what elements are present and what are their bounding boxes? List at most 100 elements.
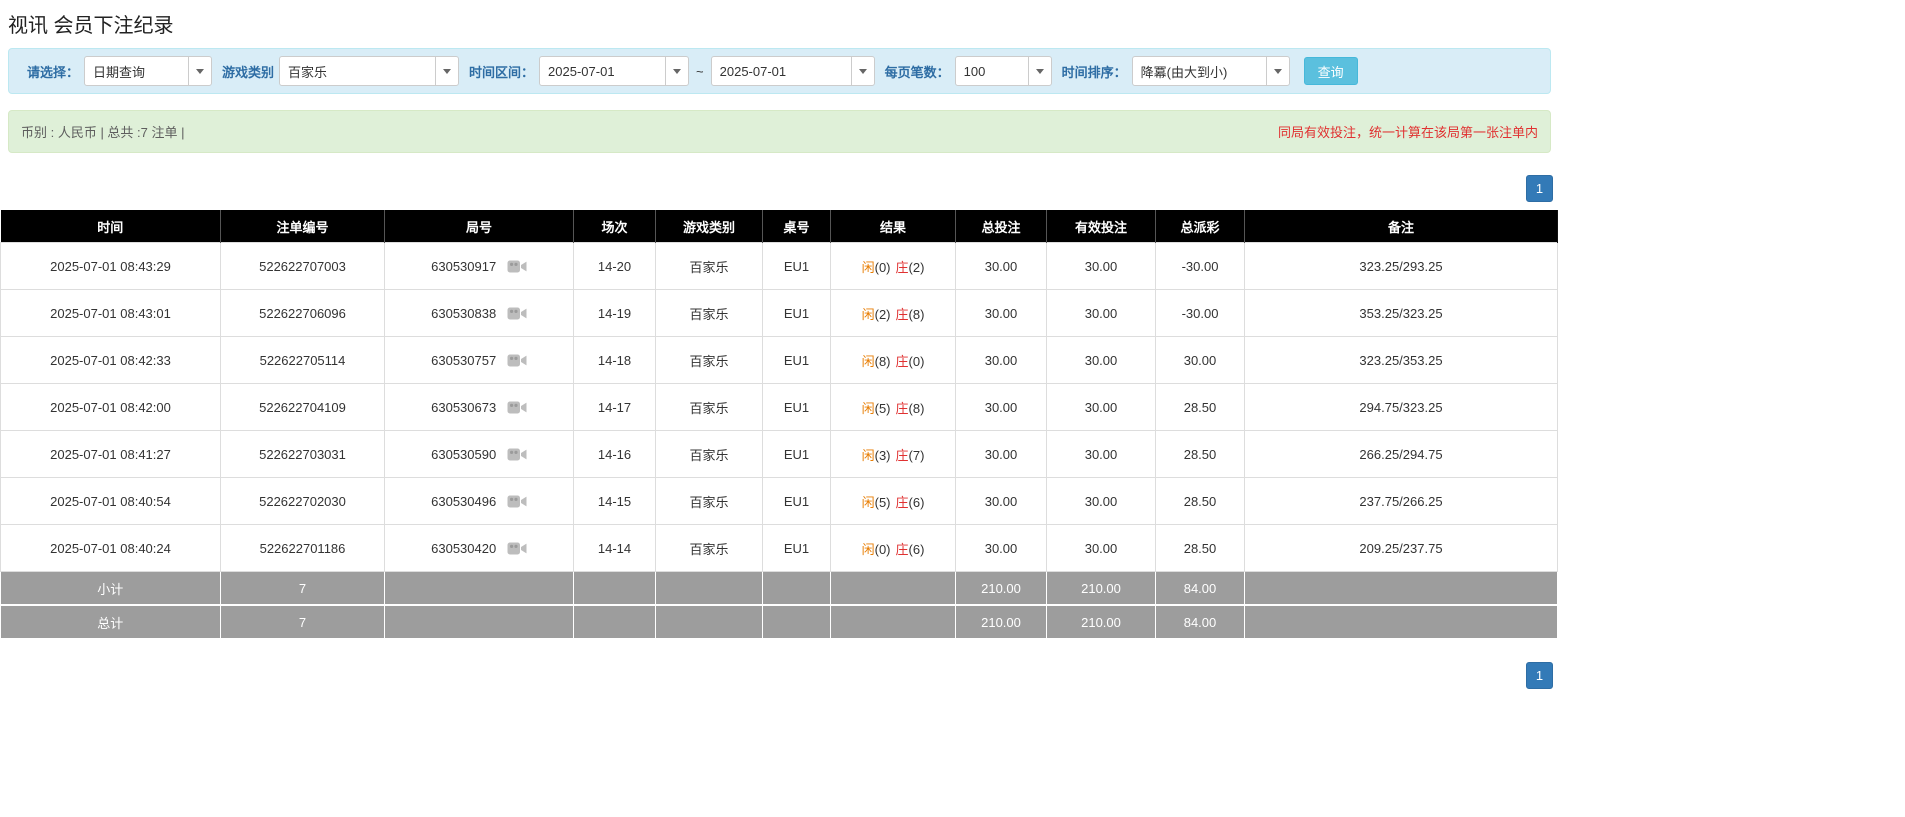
cell-valid-bet: 30.00 — [1047, 431, 1156, 478]
result-banker-score: (6) — [909, 495, 925, 510]
cell-payout: 30.00 — [1156, 337, 1245, 384]
subtotal-label: 小计 — [1, 572, 221, 606]
date-from-value: 2025-07-01 — [540, 64, 665, 79]
chevron-down-icon — [1266, 57, 1289, 85]
date-from-select[interactable]: 2025-07-01 — [539, 56, 689, 86]
result-player-label: 闲 — [862, 495, 875, 510]
page-title: 视讯 会员下注纪录 — [0, 0, 1905, 48]
cell-session: 14-20 — [574, 243, 656, 290]
search-button[interactable]: 查询 — [1304, 57, 1358, 85]
cell-note: 237.75/266.25 — [1245, 478, 1558, 525]
chevron-down-icon — [188, 57, 211, 85]
page-size-select[interactable]: 100 — [955, 56, 1052, 86]
cell-note: 266.25/294.75 — [1245, 431, 1558, 478]
cell-round-id: 630530673 — [385, 384, 574, 431]
table-body: 2025-07-01 08:43:29 522622707003 6305309… — [1, 243, 1558, 640]
total-total-bet: 210.00 — [956, 605, 1047, 639]
cell-total-bet[interactable]: 30.00 — [956, 384, 1047, 431]
cell-payout: -30.00 — [1156, 243, 1245, 290]
col-bet-id: 注单编号 — [221, 210, 385, 243]
game-type-label: 游戏类别 — [222, 62, 274, 81]
cell-bet-id: 522622705114 — [221, 337, 385, 384]
cell-note: 209.25/237.75 — [1245, 525, 1558, 572]
result-banker-label: 庄 — [896, 260, 909, 275]
video-replay-icon[interactable] — [507, 447, 527, 462]
cell-game-type: 百家乐 — [656, 243, 763, 290]
col-payout: 总派彩 — [1156, 210, 1245, 243]
cell-game-type: 百家乐 — [656, 384, 763, 431]
table-row: 2025-07-01 08:40:24 522622701186 6305304… — [1, 525, 1558, 572]
result-banker-score: (8) — [909, 401, 925, 416]
cell-time: 2025-07-01 08:43:29 — [1, 243, 221, 290]
video-replay-icon[interactable] — [507, 541, 527, 556]
round-id-text: 630530917 — [431, 259, 496, 274]
cell-total-bet[interactable]: 30.00 — [956, 431, 1047, 478]
cell-table: EU1 — [763, 337, 831, 384]
result-player-label: 闲 — [862, 542, 875, 557]
cell-valid-bet: 30.00 — [1047, 243, 1156, 290]
table-row: 2025-07-01 08:43:01 522622706096 6305308… — [1, 290, 1558, 337]
cell-bet-id: 522622701186 — [221, 525, 385, 572]
cell-total-bet[interactable]: 30.00 — [956, 478, 1047, 525]
result-banker-score: (8) — [909, 307, 925, 322]
cell-note: 294.75/323.25 — [1245, 384, 1558, 431]
game-type-value: 百家乐 — [280, 62, 435, 81]
video-replay-icon[interactable] — [507, 306, 527, 321]
video-replay-icon[interactable] — [507, 494, 527, 509]
cell-payout: -30.00 — [1156, 290, 1245, 337]
cell-time: 2025-07-01 08:42:00 — [1, 384, 221, 431]
page-1-button[interactable]: 1 — [1526, 662, 1553, 689]
cell-total-bet[interactable]: 30.00 — [956, 525, 1047, 572]
result-banker-score: (6) — [909, 542, 925, 557]
result-banker-score: (2) — [909, 260, 925, 275]
cell-result: 闲(2)庄(8) — [831, 290, 956, 337]
cell-payout: 28.50 — [1156, 384, 1245, 431]
cell-total-bet[interactable]: 30.00 — [956, 290, 1047, 337]
result-banker-label: 庄 — [896, 495, 909, 510]
cell-table: EU1 — [763, 384, 831, 431]
video-replay-icon[interactable] — [507, 259, 527, 274]
cell-total-bet[interactable]: 30.00 — [956, 337, 1047, 384]
video-replay-icon[interactable] — [507, 400, 527, 415]
col-round-id: 局号 — [385, 210, 574, 243]
cell-total-bet[interactable]: 30.00 — [956, 243, 1047, 290]
cell-game-type: 百家乐 — [656, 431, 763, 478]
result-player-label: 闲 — [862, 307, 875, 322]
col-note: 备注 — [1245, 210, 1558, 243]
table-row: 2025-07-01 08:42:33 522622705114 6305307… — [1, 337, 1558, 384]
cell-bet-id: 522622706096 — [221, 290, 385, 337]
result-banker-label: 庄 — [896, 307, 909, 322]
total-row: 总计 7 210.00 210.00 84.00 — [1, 605, 1558, 639]
cell-result: 闲(3)庄(7) — [831, 431, 956, 478]
subtotal-count: 7 — [221, 572, 385, 606]
date-range-label: 时间区间： — [469, 62, 534, 81]
round-id-text: 630530496 — [431, 494, 496, 509]
cell-valid-bet: 30.00 — [1047, 478, 1156, 525]
sort-order-select[interactable]: 降冪(由大到小) — [1132, 56, 1290, 86]
cell-valid-bet: 30.00 — [1047, 525, 1156, 572]
query-type-select[interactable]: 日期查询 — [84, 56, 212, 86]
round-id-text: 630530757 — [431, 353, 496, 368]
round-id-text: 630530590 — [431, 447, 496, 462]
cell-note: 323.25/293.25 — [1245, 243, 1558, 290]
game-type-select[interactable]: 百家乐 — [279, 56, 459, 86]
result-banker-score: (0) — [909, 354, 925, 369]
cell-bet-id: 522622704109 — [221, 384, 385, 431]
cell-game-type: 百家乐 — [656, 478, 763, 525]
col-total-bet: 总投注 — [956, 210, 1047, 243]
query-type-value: 日期查询 — [85, 62, 188, 81]
cell-game-type: 百家乐 — [656, 337, 763, 384]
video-replay-icon[interactable] — [507, 353, 527, 368]
cell-session: 14-19 — [574, 290, 656, 337]
result-banker-score: (7) — [909, 448, 925, 463]
page-1-button[interactable]: 1 — [1526, 175, 1553, 202]
cell-session: 14-14 — [574, 525, 656, 572]
cell-game-type: 百家乐 — [656, 525, 763, 572]
col-valid-bet: 有效投注 — [1047, 210, 1156, 243]
table-row: 2025-07-01 08:40:54 522622702030 6305304… — [1, 478, 1558, 525]
cell-payout: 28.50 — [1156, 525, 1245, 572]
filter-bar: 请选择： 日期查询 游戏类别 百家乐 时间区间： 2025-07-01 ~ 20… — [8, 48, 1551, 94]
date-to-select[interactable]: 2025-07-01 — [711, 56, 875, 86]
table-row: 2025-07-01 08:41:27 522622703031 6305305… — [1, 431, 1558, 478]
bet-records-table: 时间 注单编号 局号 场次 游戏类别 桌号 结果 总投注 有效投注 总派彩 备注… — [0, 210, 1558, 640]
